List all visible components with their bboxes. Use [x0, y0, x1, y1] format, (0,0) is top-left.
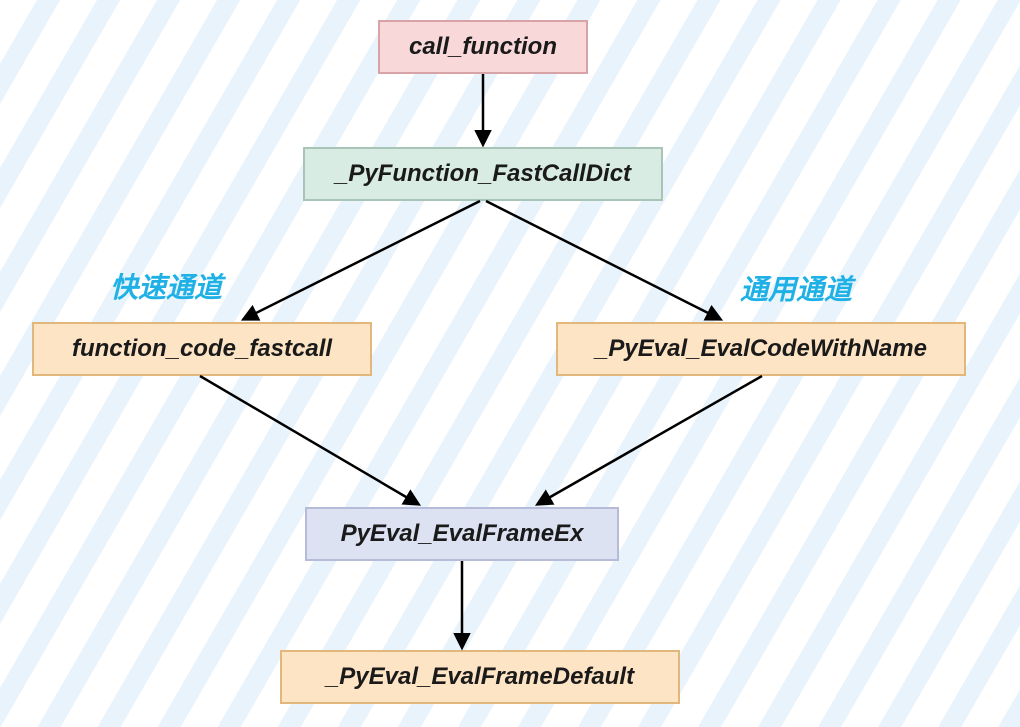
label-general-path: 通用通道 [740, 268, 852, 308]
edge-fastcalldict-to-functioncodefastcall [244, 201, 480, 319]
node-call-function: call_function [378, 20, 588, 74]
node-pyfunction-fastcalldict: _PyFunction_FastCallDict [303, 147, 663, 201]
diagram-canvas: call_function _PyFunction_FastCallDict f… [0, 0, 1020, 727]
node-function-code-fastcall: function_code_fastcall [32, 322, 372, 376]
node-pyeval-evalcodewithname: _PyEval_EvalCodeWithName [556, 322, 966, 376]
label-fast-path: 快速通道 [110, 266, 222, 306]
node-pyeval-evalframedefault: _PyEval_EvalFrameDefault [280, 650, 680, 704]
edge-fastcalldict-to-evalcodewithname [486, 201, 720, 319]
edge-evalcodewithname-to-evalframeex [538, 376, 762, 504]
edge-functioncodefastcall-to-evalframeex [200, 376, 418, 504]
node-pyeval-evalframeex: PyEval_EvalFrameEx [305, 507, 619, 561]
